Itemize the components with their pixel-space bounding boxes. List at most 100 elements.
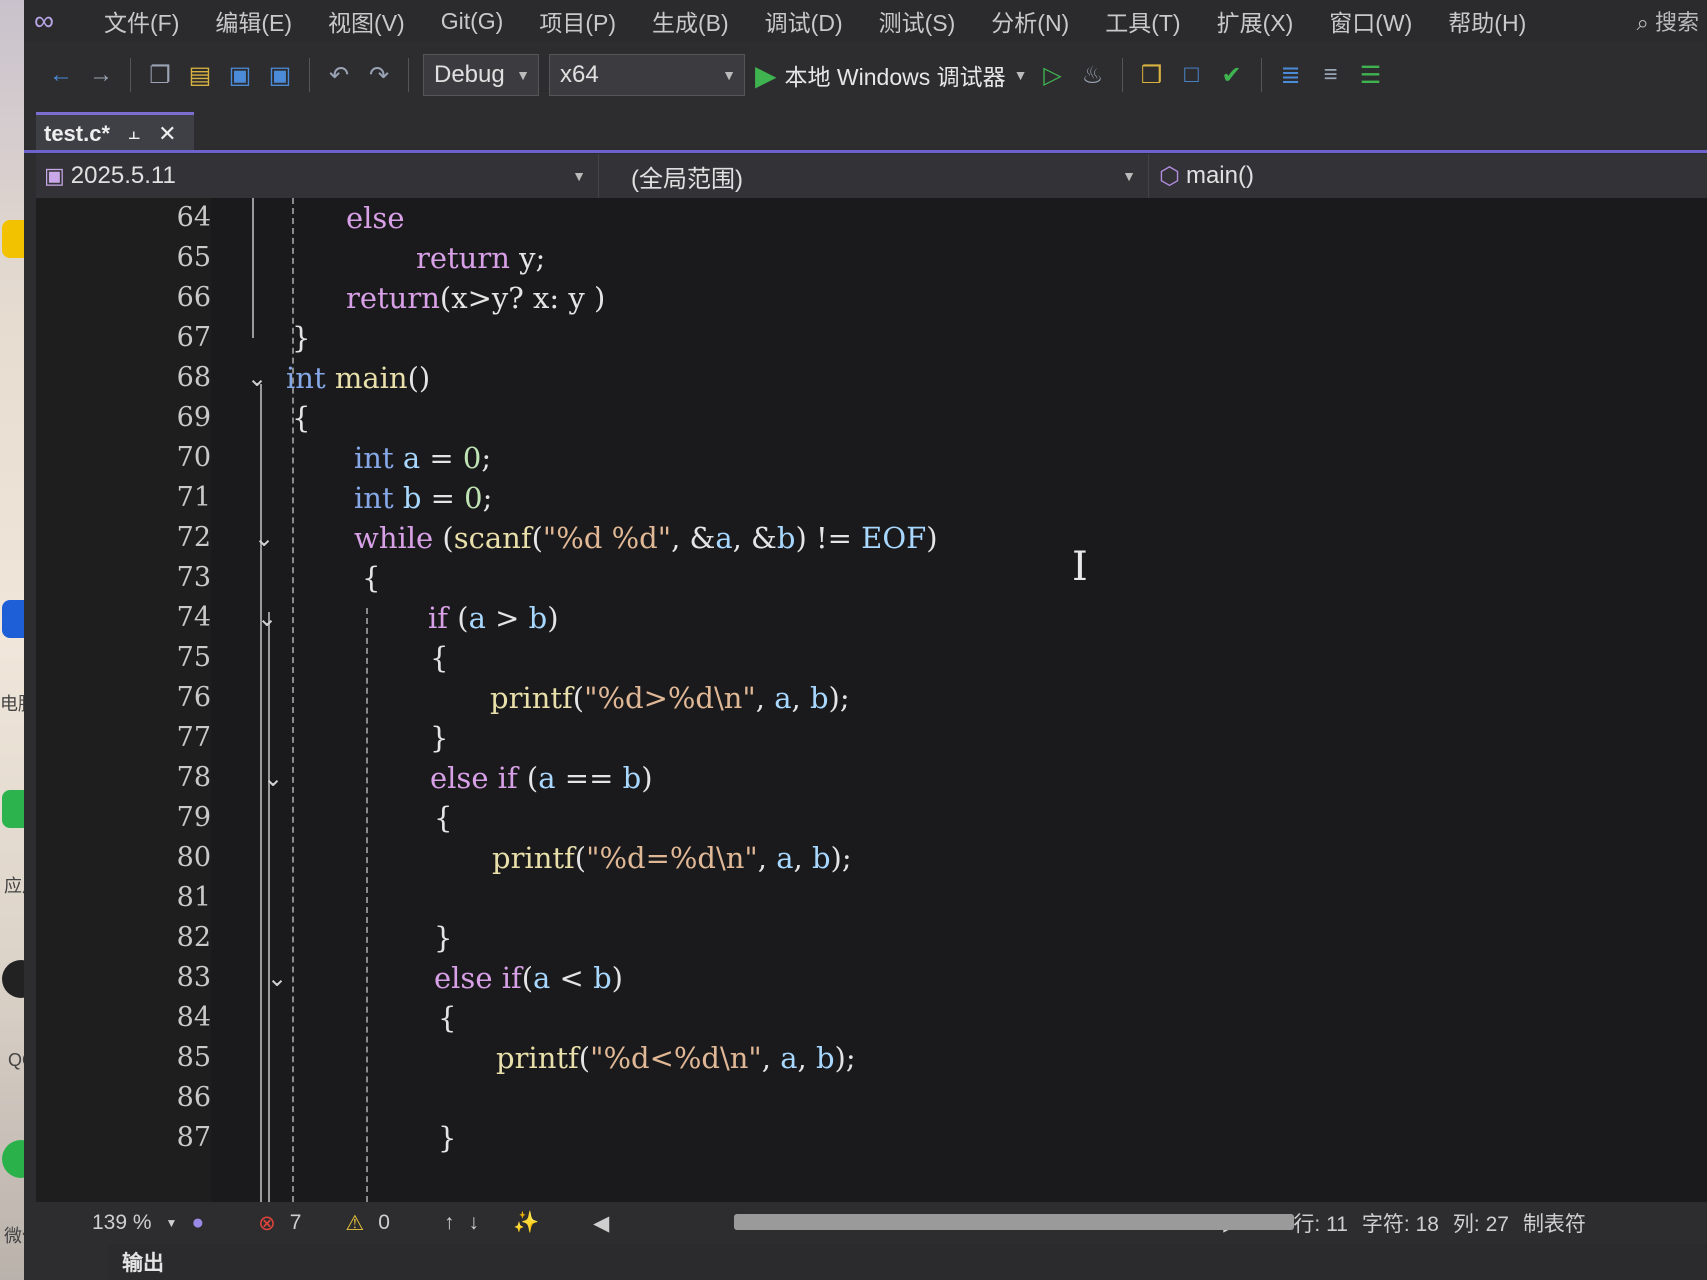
save-all-icon[interactable]: ▣ xyxy=(265,60,295,90)
chevron-down-icon: ▼ xyxy=(1122,168,1136,184)
code-text: printf("%d>%d\n", a, b); xyxy=(490,681,850,715)
menu-view[interactable]: 视图(V) xyxy=(328,4,405,38)
code-text: else xyxy=(346,201,405,235)
line-number: 78 xyxy=(176,762,211,793)
horizontal-scrollbar[interactable] xyxy=(734,1214,1294,1230)
standard-toolbar: ← → ❐ ▤ ▣ ▣ ↶ ↷ Debug ▼ x64 ▼ ▶ 本地 Windo… xyxy=(24,42,1707,108)
menu-build[interactable]: 生成(B) xyxy=(652,4,729,38)
search-label: 搜索 xyxy=(1654,10,1699,35)
code-text: return(x>y? x: y ) xyxy=(346,281,606,315)
pin-icon[interactable]: ⫠ xyxy=(128,122,140,145)
hot-reload-icon[interactable]: ♨ xyxy=(1078,60,1108,90)
search-box[interactable]: ⌕ 搜索 xyxy=(1637,5,1707,37)
tab-test-c[interactable]: test.c* ⫠ ✕ xyxy=(36,112,194,152)
find-in-files-icon[interactable]: ❒ xyxy=(1137,60,1167,90)
code-text: } xyxy=(434,921,453,955)
run-label: 本地 Windows 调试器 xyxy=(784,64,1006,90)
copilot-icon[interactable]: ● xyxy=(191,1211,204,1235)
output-panel-header[interactable]: 输出 xyxy=(108,1244,1707,1280)
warning-count[interactable]: 0 xyxy=(378,1211,390,1235)
tab-mode[interactable]: 制表符 xyxy=(1523,1208,1586,1238)
navigate-forward-icon[interactable]: → xyxy=(86,60,116,90)
comment-icon[interactable]: ≣ xyxy=(1276,60,1306,90)
code-text: return y; xyxy=(416,241,546,275)
code-line: 79 { xyxy=(36,798,1707,838)
fold-chevron-down-icon[interactable]: ⌄ xyxy=(251,526,277,552)
chevron-down-icon: ▼ xyxy=(722,67,736,83)
code-line: 65 return y; xyxy=(36,238,1707,278)
code-line: 68 ⌄ int main() xyxy=(36,358,1707,398)
undo-icon[interactable]: ↶ xyxy=(324,60,354,90)
window-layout-icon[interactable]: □ xyxy=(1177,60,1207,90)
text-cursor-ibeam-icon: I xyxy=(1072,544,1088,590)
previous-issue-icon[interactable]: ↑ xyxy=(444,1211,455,1235)
start-debugging-button[interactable]: ▶ 本地 Windows 调试器 ▼ xyxy=(755,58,1028,92)
code-text: while (scanf("%d %d", &a, &b) != EOF) xyxy=(354,521,938,555)
code-line: 67 } xyxy=(36,318,1707,358)
code-cleanup-icon[interactable]: ✨ xyxy=(513,1211,539,1235)
line-number: 87 xyxy=(176,1122,211,1153)
configuration-select[interactable]: Debug ▼ xyxy=(423,54,539,96)
error-icon[interactable]: ⊗ xyxy=(258,1211,276,1236)
toolbar-separator xyxy=(408,58,409,92)
menu-help[interactable]: 帮助(H) xyxy=(1448,4,1526,38)
search-icon: ⌕ xyxy=(1636,10,1655,35)
zoom-level[interactable]: 139 % xyxy=(92,1211,152,1235)
code-line: 77 } xyxy=(36,718,1707,758)
menu-edit[interactable]: 编辑(E) xyxy=(215,4,292,38)
next-issue-icon[interactable]: ↓ xyxy=(468,1211,479,1235)
code-editor[interactable]: 64 else 65 return y; 66 return(x>y? x: y… xyxy=(36,198,1707,1202)
code-text: { xyxy=(434,801,453,835)
redo-icon[interactable]: ↷ xyxy=(364,60,394,90)
menu-git[interactable]: Git(G) xyxy=(441,8,504,35)
new-item-icon[interactable]: ❐ xyxy=(145,60,175,90)
scroll-left-icon[interactable]: ◀ xyxy=(593,1211,609,1236)
platform-select[interactable]: x64 ▼ xyxy=(549,54,745,96)
fold-chevron-down-icon[interactable]: ⌄ xyxy=(254,606,280,632)
menu-extensions[interactable]: 扩展(X) xyxy=(1217,4,1294,38)
code-line: 85 printf("%d<%d\n", a, b); xyxy=(36,1038,1707,1078)
project-dropdown[interactable]: ▣ 2025.5.11 ▼ xyxy=(36,154,598,198)
line-number: 73 xyxy=(176,562,211,593)
fold-chevron-down-icon[interactable]: ⌄ xyxy=(244,366,270,392)
scrollbar-thumb[interactable] xyxy=(734,1214,1294,1230)
bookmark-icon[interactable]: ☰ xyxy=(1356,60,1386,90)
open-folder-icon[interactable]: ▤ xyxy=(185,60,215,90)
chevron-down-icon: ▼ xyxy=(1013,67,1028,83)
uncomment-icon[interactable]: ≡ xyxy=(1316,60,1346,90)
start-without-debugging-icon[interactable]: ▷ xyxy=(1038,60,1068,90)
menu-test[interactable]: 测试(S) xyxy=(879,4,956,38)
code-line: 80 printf("%d=%d\n", a, b); xyxy=(36,838,1707,878)
toolbar-separator xyxy=(1121,58,1123,92)
navigate-back-icon[interactable]: ← xyxy=(46,60,76,90)
fold-chevron-down-icon[interactable]: ⌄ xyxy=(260,766,286,792)
line-number: 82 xyxy=(176,922,211,953)
output-title: 输出 xyxy=(122,1252,164,1275)
code-line: 84 { xyxy=(36,998,1707,1038)
menu-file[interactable]: 文件(F) xyxy=(104,4,179,38)
menu-debug[interactable]: 调试(D) xyxy=(765,4,843,38)
warning-icon[interactable]: ⚠ xyxy=(345,1211,364,1236)
spell-check-icon[interactable]: ✔ xyxy=(1217,60,1247,90)
menu-project[interactable]: 项目(P) xyxy=(539,4,616,38)
line-number: 71 xyxy=(176,482,211,513)
line-number: 79 xyxy=(176,802,211,833)
line-number: 69 xyxy=(176,402,211,433)
chevron-down-icon[interactable]: ▼ xyxy=(166,1216,178,1230)
menu-tools[interactable]: 工具(T) xyxy=(1105,4,1180,38)
member-dropdown[interactable]: ⬡ main() xyxy=(1148,154,1707,198)
scope-dropdown[interactable]: (全局范围) ▼ xyxy=(598,154,1148,198)
menu-window[interactable]: 窗口(W) xyxy=(1329,4,1412,38)
code-line: 72 ⌄ while (scanf("%d %d", &a, &b) != EO… xyxy=(36,518,1707,558)
fold-chevron-down-icon[interactable]: ⌄ xyxy=(264,966,290,992)
close-icon[interactable]: ✕ xyxy=(158,121,176,147)
save-icon[interactable]: ▣ xyxy=(225,60,255,90)
navigation-bar: ▣ 2025.5.11 ▼ (全局范围) ▼ ⬡ main() xyxy=(36,154,1707,198)
code-text: { xyxy=(292,401,311,435)
menu-analyze[interactable]: 分析(N) xyxy=(991,4,1069,38)
code-text: { xyxy=(362,561,381,595)
code-text: if (a > b) xyxy=(428,601,559,635)
line-number: 75 xyxy=(176,642,211,673)
line-number: 83 xyxy=(176,962,211,993)
error-count[interactable]: 7 xyxy=(290,1211,302,1235)
